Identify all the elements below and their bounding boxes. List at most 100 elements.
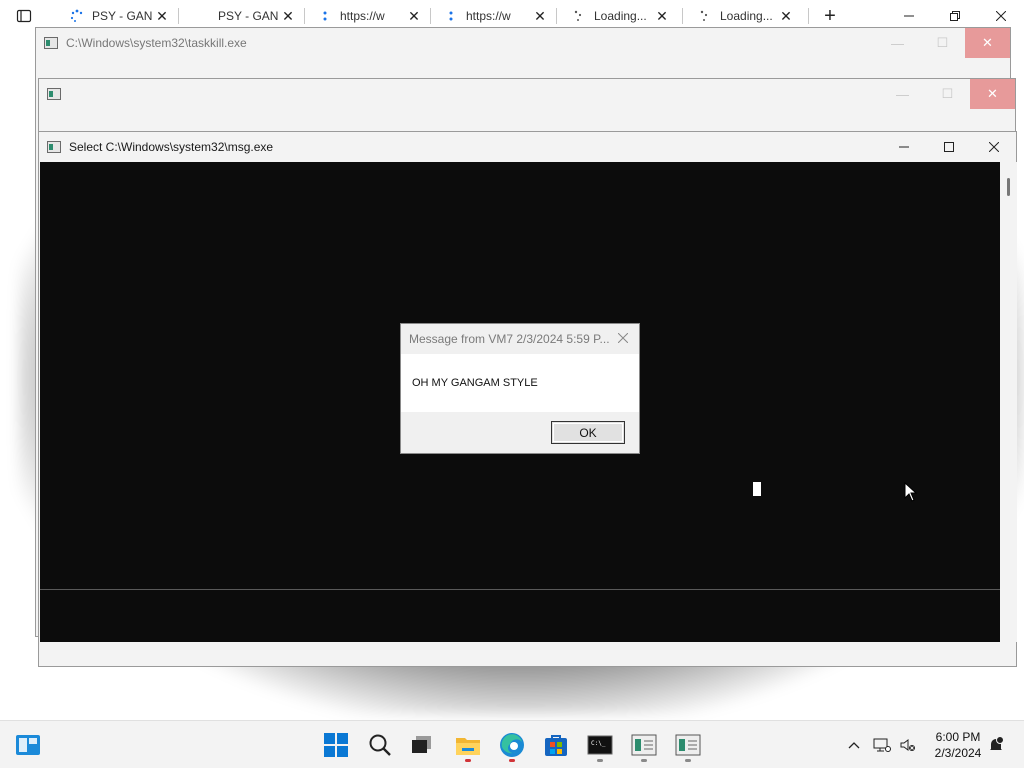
speaker-muted-icon — [900, 739, 915, 751]
minimize-button[interactable]: — — [875, 28, 920, 58]
browser-tab[interactable]: PSY - GAN ✕ — [190, 4, 302, 28]
running-indicator — [641, 759, 647, 762]
tab-title: Loading... — [720, 9, 773, 23]
browser-tab[interactable]: Loading... ✕ — [692, 4, 800, 28]
window-titlebar[interactable]: Select C:\Windows\system32\msg.exe — [39, 132, 1016, 162]
notifications-button[interactable] — [986, 735, 1006, 755]
tab-divider — [556, 8, 557, 24]
running-indicator — [509, 759, 515, 762]
mouse-pointer-icon — [904, 482, 918, 502]
close-tab-icon[interactable]: ✕ — [154, 8, 170, 24]
console-app-icon — [47, 88, 61, 100]
taskbar: C:\_ 6:00 PM 2/3/2024 — [0, 720, 1024, 768]
close-tab-icon[interactable]: ✕ — [532, 8, 548, 24]
terminal-button[interactable]: C:\_ — [584, 729, 616, 761]
store-button[interactable] — [540, 729, 572, 761]
console-app-icon — [47, 141, 61, 153]
dialog-titlebar[interactable]: Message from VM7 2/3/2024 5:59 P... — [401, 324, 639, 354]
console-app-button[interactable] — [672, 729, 704, 761]
close-button[interactable]: ✕ — [970, 79, 1015, 109]
console-app-icon — [631, 734, 657, 756]
tab-actions-menu-icon[interactable] — [16, 8, 32, 24]
close-tab-icon[interactable]: ✕ — [280, 8, 296, 24]
console-scrollbar[interactable] — [1000, 162, 1017, 642]
window-titlebar[interactable]: C:\Windows\system32\taskkill.exe — [36, 28, 1010, 58]
close-tab-icon[interactable]: ✕ — [654, 8, 670, 24]
minimize-button[interactable]: — — [880, 79, 925, 109]
ok-button[interactable]: OK — [551, 421, 625, 444]
console-app-icon — [675, 734, 701, 756]
scrollbar-thumb[interactable] — [1007, 178, 1010, 196]
new-tab-button[interactable]: + — [818, 4, 842, 28]
browser-tab[interactable]: https://w ✕ — [312, 4, 428, 28]
chevron-up-icon — [848, 742, 860, 749]
close-tab-icon[interactable]: ✕ — [778, 8, 794, 24]
clock-date: 2/3/2024 — [934, 746, 982, 760]
maximize-icon — [943, 142, 954, 152]
close-icon — [996, 11, 1006, 21]
terminal-icon: C:\_ — [587, 735, 613, 755]
show-hidden-icons-button[interactable] — [844, 735, 864, 755]
tab-title: PSY - GAN — [92, 9, 153, 23]
running-indicator — [465, 759, 471, 762]
tab-divider — [682, 8, 683, 24]
running-indicator — [597, 759, 603, 762]
close-icon — [988, 142, 999, 152]
store-icon — [545, 735, 567, 756]
clock-time: 6:00 PM — [935, 730, 981, 744]
restore-icon — [950, 11, 960, 21]
tab-divider — [808, 8, 809, 24]
close-button[interactable]: ✕ — [965, 28, 1010, 58]
close-button[interactable] — [971, 132, 1016, 162]
system-clock[interactable]: 6:00 PM 2/3/2024 — [928, 729, 988, 761]
minimize-icon — [898, 146, 909, 148]
dialog-message: OH MY GANGAM STYLE — [412, 377, 538, 389]
close-icon — [618, 333, 628, 343]
loading-spinner-icon — [574, 10, 582, 21]
notification-bell-icon — [990, 736, 1004, 750]
maximize-button[interactable]: ☐ — [925, 79, 970, 109]
start-button[interactable] — [320, 729, 352, 761]
console-app-button[interactable] — [628, 729, 660, 761]
browser-tab[interactable]: PSY - GAN ✕ — [64, 4, 176, 28]
window-title: C:\Windows\system32\taskkill.exe — [66, 36, 247, 50]
search-button[interactable] — [364, 729, 396, 761]
loading-spinner-icon — [700, 10, 708, 21]
edge-icon — [500, 733, 524, 757]
tab-title: Loading... — [594, 9, 647, 23]
network-monitor-icon — [873, 738, 891, 752]
console-app-icon — [44, 37, 58, 49]
file-explorer-button[interactable] — [452, 729, 484, 761]
widgets-button[interactable] — [12, 729, 44, 761]
close-tab-icon[interactable]: ✕ — [406, 8, 422, 24]
running-indicator — [685, 759, 691, 762]
browser-tab[interactable]: Loading... ✕ — [566, 4, 676, 28]
message-dialog[interactable]: Message from VM7 2/3/2024 5:59 P... OH M… — [400, 323, 640, 454]
browser-tab[interactable]: https://w ✕ — [438, 4, 554, 28]
edge-button[interactable] — [496, 729, 528, 761]
window-titlebar[interactable] — [39, 79, 1015, 109]
tab-divider — [304, 8, 305, 24]
maximize-button[interactable]: ☐ — [920, 28, 965, 58]
minimize-button[interactable] — [881, 132, 926, 162]
widgets-icon — [16, 735, 40, 755]
task-view-button[interactable] — [406, 729, 438, 761]
tab-title: https://w — [340, 9, 385, 23]
dialog-body: OH MY GANGAM STYLE — [401, 354, 639, 412]
network-button[interactable] — [872, 735, 892, 755]
tab-divider — [178, 8, 179, 24]
dots-icon — [323, 11, 327, 21]
tab-title: PSY - GAN — [218, 9, 279, 23]
blank-favicon-icon — [196, 9, 210, 23]
window-title: Select C:\Windows\system32\msg.exe — [69, 140, 274, 154]
minimize-icon — [904, 15, 914, 17]
dots-icon — [449, 11, 453, 21]
dialog-close-button[interactable] — [615, 330, 631, 346]
tab-divider — [430, 8, 431, 24]
svg-text:C:\_: C:\_ — [591, 740, 606, 747]
start-icon — [324, 733, 348, 757]
loading-spinner-icon — [70, 9, 83, 22]
maximize-button[interactable] — [926, 132, 971, 162]
tab-title: https://w — [466, 9, 511, 23]
volume-button[interactable] — [898, 735, 918, 755]
